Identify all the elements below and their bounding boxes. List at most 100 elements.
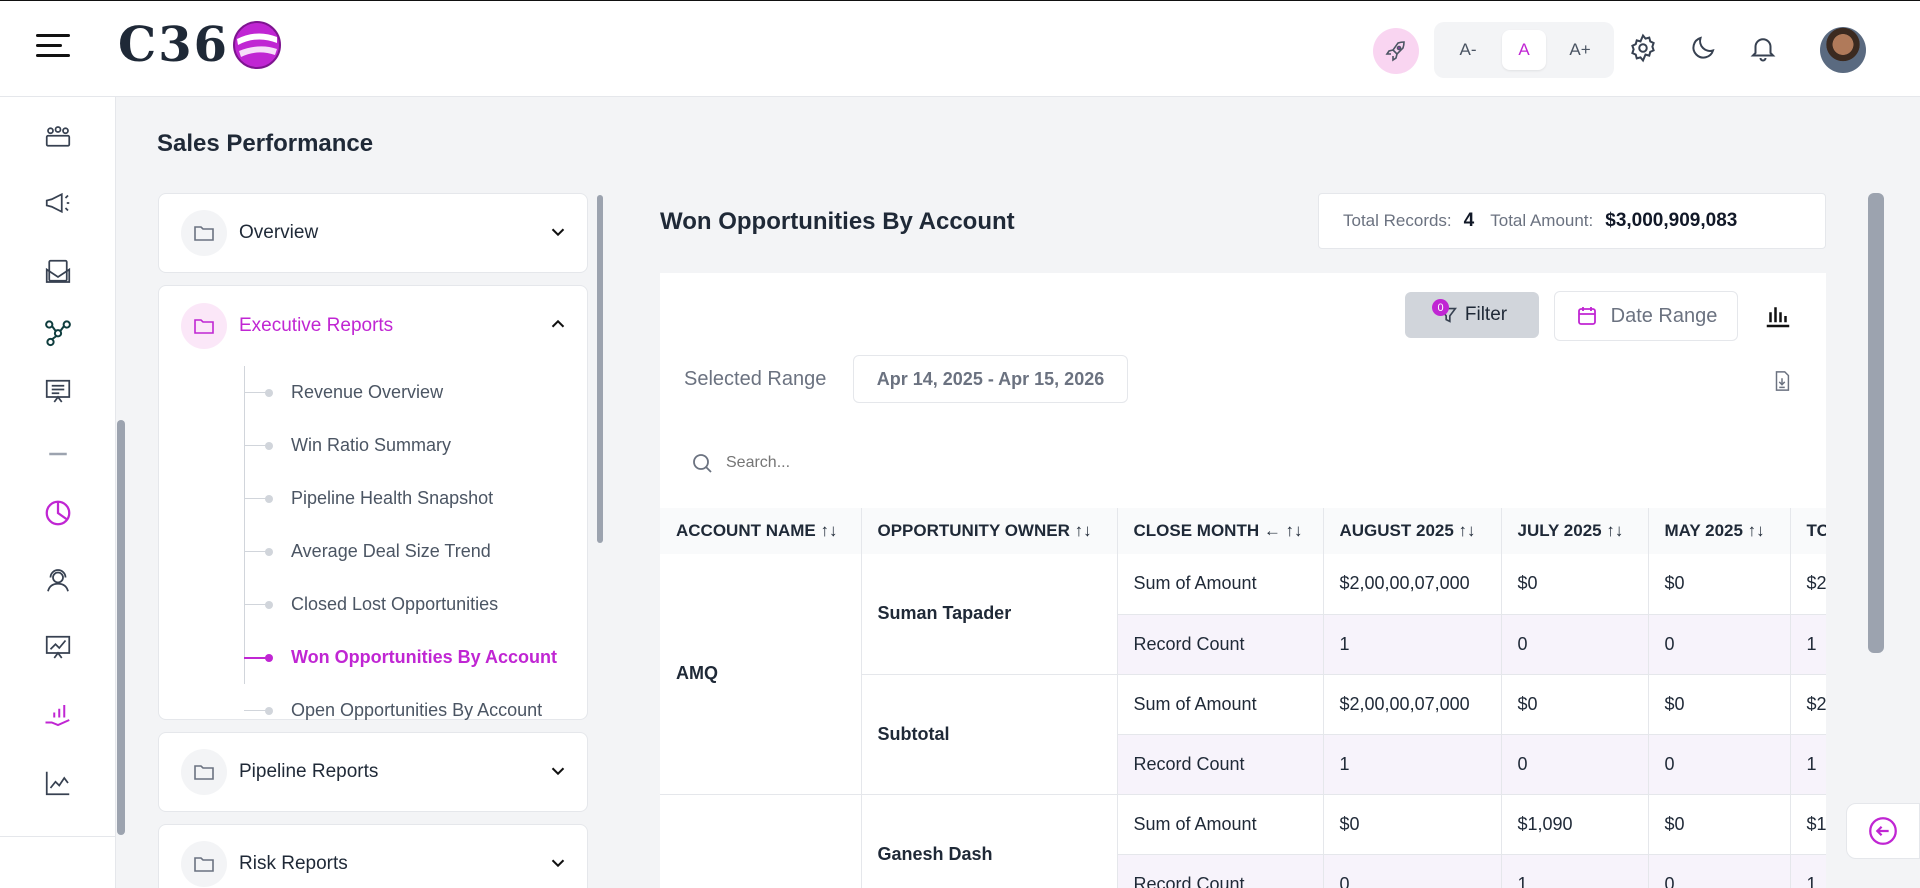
font-decrease-button[interactable]: A- [1446, 30, 1490, 70]
value-cell: 1 [1501, 854, 1649, 888]
search-input[interactable] [726, 454, 1026, 472]
chevron-up-icon[interactable] [547, 313, 569, 335]
filter-count-badge: 0 [1432, 299, 1449, 316]
mail-icon[interactable] [40, 254, 76, 290]
column-header-close-month[interactable]: CLOSE MONTH ← ↑↓ [1117, 508, 1324, 554]
selected-range-value[interactable]: Apr 14, 2025 - Apr 15, 2026 [853, 355, 1128, 403]
report-link-open-by-account[interactable]: Open Opportunities By Account [244, 684, 587, 737]
value-cell: $0 [1501, 674, 1649, 735]
team-icon[interactable] [40, 119, 76, 155]
rocket-icon[interactable] [1373, 28, 1419, 74]
nav-group-pipeline[interactable]: Pipeline Reports [158, 732, 588, 812]
pie-chart-icon[interactable] [40, 495, 76, 531]
owner-cell[interactable]: Suman Tapader [861, 554, 1118, 675]
column-header-may-2025[interactable]: MAY 2025 ↑↓ [1648, 508, 1791, 554]
nav-group-risk[interactable]: Risk Reports [158, 824, 588, 888]
font-size-switcher: A- A A+ [1434, 22, 1614, 78]
report-link-won-by-account[interactable]: Won Opportunities By Account [244, 631, 587, 684]
support-agent-icon[interactable] [40, 562, 76, 598]
folder-icon [181, 303, 227, 349]
nav-group-overview[interactable]: Overview [158, 193, 588, 273]
report-content: Won Opportunities By Account Total Recor… [610, 193, 1866, 888]
subtotal-cell[interactable]: Subtotal [861, 674, 1118, 795]
gear-icon[interactable] [1626, 31, 1660, 65]
metric-cell: Sum of Amount [1117, 674, 1324, 735]
chevron-down-icon[interactable] [547, 760, 569, 782]
calendar-icon [1577, 307, 1596, 325]
logo-globe-icon [233, 21, 281, 69]
report-panel: 0 Filter Date Range Selected Range Apr 1… [660, 273, 1826, 888]
column-header-july-2025[interactable]: JULY 2025 ↑↓ [1501, 508, 1649, 554]
date-range-button[interactable]: Date Range [1554, 291, 1738, 341]
value-cell: $2 [1790, 674, 1826, 735]
font-normal-button[interactable]: A [1502, 30, 1546, 70]
sidebar-scrollbar-thumb[interactable] [117, 420, 125, 835]
value-cell: $1, [1790, 794, 1826, 855]
chevron-down-icon[interactable] [547, 221, 569, 243]
icon-sidebar [0, 97, 116, 888]
metric-cell: Record Count [1117, 734, 1324, 795]
column-header-august-2025[interactable]: AUGUST 2025 ↑↓ [1323, 508, 1502, 554]
analytics-board-icon[interactable] [40, 630, 76, 666]
collapse-divider-icon[interactable] [40, 436, 76, 472]
value-cell: $2 [1790, 554, 1826, 615]
content-scrollbar-thumb[interactable] [1868, 193, 1884, 653]
report-title: Won Opportunities By Account [660, 208, 1015, 235]
account-name-cell[interactable]: AMQ [660, 554, 862, 795]
nav-group-executive-header[interactable]: Executive Reports [159, 286, 587, 366]
value-cell: 0 [1323, 854, 1502, 888]
report-link-avg-deal-size[interactable]: Average Deal Size Trend [244, 525, 587, 578]
account-name-cell[interactable] [660, 794, 862, 888]
chevron-down-icon[interactable] [547, 852, 569, 874]
column-header-account-name[interactable]: ACCOUNT NAME ↑↓ [660, 508, 862, 554]
search-box[interactable] [690, 445, 1090, 481]
bell-icon[interactable] [1746, 31, 1780, 65]
hand-growth-icon[interactable] [40, 697, 76, 733]
value-cell: 1 [1790, 614, 1826, 675]
report-link-pipeline-health[interactable]: Pipeline Health Snapshot [244, 472, 587, 525]
back-button[interactable] [1846, 803, 1920, 859]
value-cell: 1 [1323, 734, 1502, 795]
value-cell: 0 [1648, 734, 1791, 795]
download-file-icon[interactable] [1771, 369, 1793, 393]
bar-chart-icon[interactable] [1763, 301, 1793, 331]
report-table: ACCOUNT NAME ↑↓ OPPORTUNITY OWNER ↑↓ CLO… [660, 508, 1826, 888]
nav-group-title: Overview [239, 222, 319, 243]
table-row: AMQ Suman Tapader Sum of Amount $2,00,00… [660, 554, 1826, 795]
report-link-closed-lost[interactable]: Closed Lost Opportunities [244, 578, 587, 631]
value-cell: $2,00,00,07,000 [1323, 674, 1502, 735]
total-amount-label: Total Amount: [1490, 211, 1594, 230]
presentation-icon[interactable] [40, 374, 76, 410]
metric-cell: Sum of Amount [1117, 794, 1324, 855]
report-link-revenue-overview[interactable]: Revenue Overview [244, 366, 587, 419]
top-bar: C36 A- A A+ [0, 0, 1920, 97]
value-cell: 1 [1790, 734, 1826, 795]
logo[interactable]: C36 [118, 17, 283, 73]
column-header-total[interactable]: TO [1790, 508, 1826, 554]
owner-cell[interactable]: Ganesh Dash [861, 794, 1118, 888]
arrow-left-circle-icon [1869, 817, 1897, 845]
metric-cell: Record Count [1117, 614, 1324, 675]
value-cell: $0 [1648, 794, 1791, 855]
folder-icon [181, 749, 227, 795]
network-icon[interactable] [40, 314, 76, 350]
line-chart-icon[interactable] [40, 765, 76, 801]
megaphone-icon[interactable] [40, 185, 76, 221]
value-cell: $0 [1501, 554, 1649, 615]
column-header-opportunity-owner[interactable]: OPPORTUNITY OWNER ↑↓ [861, 508, 1118, 554]
table-header-row: ACCOUNT NAME ↑↓ OPPORTUNITY OWNER ↑↓ CLO… [660, 508, 1826, 554]
nav-group-title: Executive Reports [239, 315, 394, 336]
menu-toggle-icon[interactable] [36, 34, 70, 62]
folder-icon [181, 841, 227, 887]
value-cell: $1,090 [1501, 794, 1649, 855]
avatar[interactable] [1820, 27, 1866, 73]
font-increase-button[interactable]: A+ [1558, 30, 1602, 70]
total-records-value: 4 [1463, 210, 1475, 231]
filter-button[interactable]: 0 Filter [1405, 292, 1539, 338]
folder-icon [181, 210, 227, 256]
total-amount-value: $3,000,909,083 [1605, 210, 1738, 231]
moon-icon[interactable] [1686, 31, 1720, 65]
metric-cell: Record Count [1117, 854, 1324, 888]
report-link-win-ratio[interactable]: Win Ratio Summary [244, 419, 587, 472]
nav-scrollbar-thumb[interactable] [597, 195, 603, 543]
